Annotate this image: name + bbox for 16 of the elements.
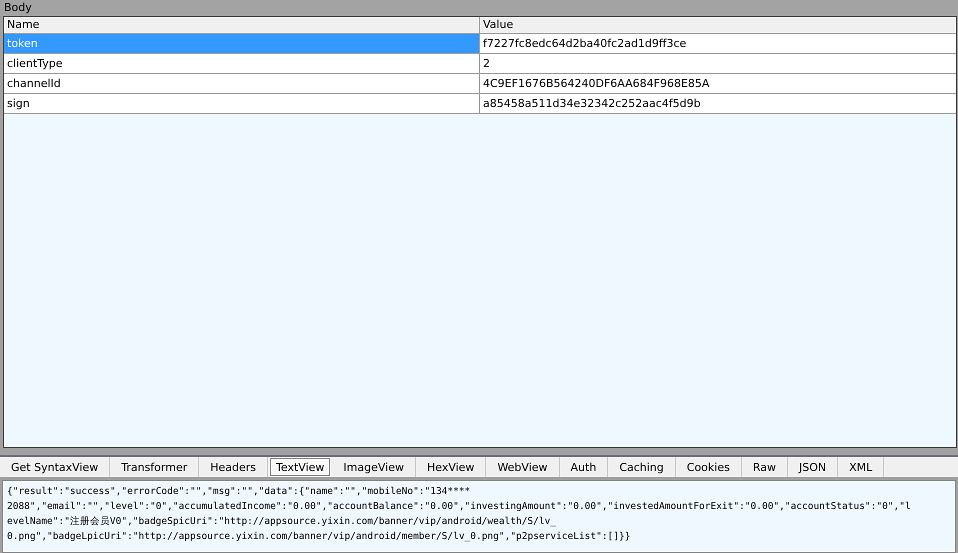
text-line: 2088","email":"","level":"0","accumulatedIncome":"0.00","accountBalance":"0.00","investingAmount":"0.00","investedAmountForExit":"0.00","accountStatus":"0","l — [7, 500, 911, 514]
text-line: evelName":"注册会员V0","badgeSpicUri":"http://appsource.yixin.com/banner/vip/android/wealth/S/lv_ — [7, 515, 556, 529]
column-header[interactable]: Value — [480, 17, 956, 33]
table-cell-text: 2 — [482, 56, 491, 72]
text-line: {"result":"success","errorCode":"","msg":"","data":{"name":"","mobileNo":"134**** — [7, 485, 470, 499]
column-header[interactable]: Name — [4, 17, 480, 33]
text-line: 0.png","badgeLpicUri":"http://appsource.yixin.com/banner/vip/android/member/S/lv_0.png","p2pserviceList":[]}} — [7, 530, 630, 544]
table-cell[interactable]: sign — [4, 94, 480, 113]
panel-title: Body — [4, 1, 32, 14]
table-cell-text: f7227fc8edc64d2ba40fc2ad1d9ff3ce — [482, 36, 688, 52]
table-cell-text: 4C9EF1676B564240DF6AA684F968E85A — [482, 76, 710, 92]
table-cell[interactable]: channelId — [4, 74, 480, 93]
response-text-area[interactable] — [2, 480, 956, 553]
table-cell-text: a85458a511d34e32342c252aac4f5d9b — [482, 96, 702, 112]
table-cell[interactable]: clientType — [4, 54, 480, 73]
tab[interactable]: TextView — [270, 458, 330, 476]
